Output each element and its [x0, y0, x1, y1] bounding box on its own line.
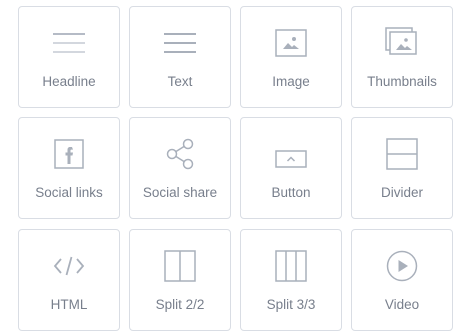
block-html[interactable]: HTML: [18, 229, 120, 331]
thumbnails-icon: [352, 27, 452, 59]
share-icon: [130, 138, 230, 170]
facebook-icon: [19, 138, 119, 170]
block-label: Social links: [35, 185, 103, 200]
block-headline[interactable]: Headline: [18, 6, 120, 108]
split-three-columns-icon: [241, 250, 341, 282]
block-button[interactable]: Button: [240, 117, 342, 219]
block-social-share[interactable]: Social share: [129, 117, 231, 219]
divider-icon: [352, 138, 452, 170]
block-label: Divider: [380, 185, 423, 200]
block-text[interactable]: Text: [129, 6, 231, 108]
block-label: Social share: [142, 185, 218, 200]
block-label: Split 2/2: [155, 297, 205, 312]
block-split-3-3[interactable]: Split 3/3: [240, 229, 342, 331]
block-label: Split 3/3: [266, 297, 316, 312]
block-social-links[interactable]: Social links: [18, 117, 120, 219]
block-label: HTML: [50, 297, 88, 312]
block-label: Headline: [42, 74, 96, 89]
block-label: Video: [384, 297, 420, 312]
button-icon: [241, 138, 341, 170]
block-divider[interactable]: Divider: [351, 117, 453, 219]
headline-lines-icon: [19, 27, 119, 59]
block-image[interactable]: Image: [240, 6, 342, 108]
text-lines-icon: [130, 27, 230, 59]
block-label: Text: [167, 74, 193, 89]
block-label: Button: [271, 185, 311, 200]
split-two-columns-icon: [130, 250, 230, 282]
block-thumbnails[interactable]: Thumbnails: [351, 6, 453, 108]
play-icon: [352, 250, 452, 282]
block-split-2-2[interactable]: Split 2/2: [129, 229, 231, 331]
image-icon: [241, 27, 341, 59]
block-label: Image: [272, 74, 310, 89]
code-icon: [19, 250, 119, 282]
content-blocks-panel: Headline Text Image Thumbnails Social li…: [0, 0, 453, 331]
block-label: Thumbnails: [367, 74, 437, 89]
block-video[interactable]: Video: [351, 229, 453, 331]
